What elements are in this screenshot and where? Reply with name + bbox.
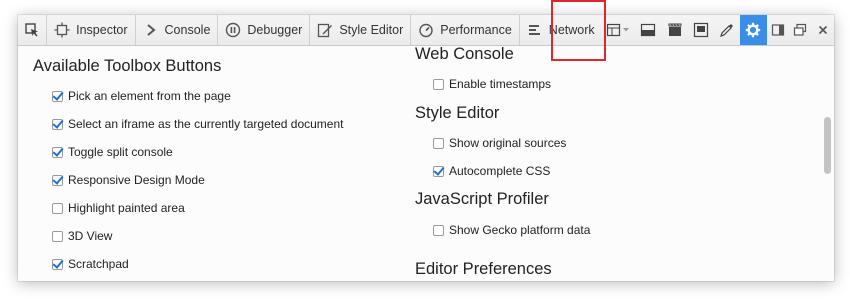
option-autocomplete-css[interactable]: Autocomplete CSS [433, 164, 550, 178]
option-3d-view[interactable]: 3D View [52, 229, 112, 243]
responsive-mode-icon [693, 22, 709, 38]
option-select-iframe[interactable]: Select an iframe as the currently target… [52, 117, 343, 131]
eyedropper-button[interactable] [714, 15, 740, 45]
style-editor-heading: Style Editor [415, 104, 500, 122]
pick-element-button[interactable] [18, 15, 48, 45]
tab-label: Console [164, 23, 211, 37]
tab-debugger[interactable]: Debugger [218, 15, 311, 45]
checkbox[interactable] [52, 258, 63, 270]
option-highlight-painted[interactable]: Highlight painted area [52, 201, 185, 215]
option-label: Toggle split console [68, 145, 173, 159]
option-scratchpad[interactable]: Scratchpad [52, 257, 129, 271]
option-label: Enable timestamps [449, 77, 552, 91]
frame-icon [606, 23, 629, 37]
undock-button[interactable] [789, 15, 811, 45]
checkbox[interactable] [52, 146, 63, 158]
inspector-icon [54, 22, 70, 38]
options-button[interactable] [740, 15, 767, 45]
editor-preferences-heading: Editor Preferences [415, 260, 552, 278]
checkbox[interactable] [52, 90, 63, 102]
tab-inspector[interactable]: Inspector [47, 15, 136, 45]
profiler-heading: JavaScript Profiler [415, 190, 549, 208]
split-console-icon [641, 23, 656, 37]
option-enable-timestamps[interactable]: Enable timestamps [433, 77, 551, 91]
checkbox[interactable] [433, 78, 444, 90]
tab-style-editor[interactable]: Style Editor [310, 15, 412, 45]
tab-label: Debugger [247, 23, 303, 37]
close-button[interactable] [812, 15, 834, 45]
option-gecko-platform-data[interactable]: Show Gecko platform data [433, 223, 590, 237]
devtools-window: Inspector Console Debugger Style Editor … [18, 15, 834, 281]
dock-side-button[interactable] [767, 15, 789, 45]
option-label: Pick an element from the page [68, 89, 231, 103]
checkbox[interactable] [433, 165, 444, 177]
split-console-button[interactable] [635, 15, 661, 45]
dock-side-icon [771, 24, 784, 36]
option-show-original-sources[interactable]: Show original sources [433, 136, 566, 150]
checkbox[interactable] [433, 224, 444, 236]
options-panel: Available Toolbox Buttons Pick an elemen… [18, 45, 834, 281]
highlight-box [551, 0, 606, 61]
tab-performance[interactable]: Performance [411, 15, 520, 45]
scrollbar-thumb[interactable] [824, 117, 831, 174]
debugger-icon [225, 22, 241, 38]
option-split-console[interactable]: Toggle split console [52, 145, 173, 159]
toolbox-toolbar: Inspector Console Debugger Style Editor … [18, 15, 834, 46]
option-pick-element[interactable]: Pick an element from the page [52, 89, 231, 103]
style-editor-icon [317, 22, 333, 38]
checkbox[interactable] [52, 230, 63, 242]
tab-label: Inspector [76, 23, 128, 37]
close-icon [818, 25, 827, 35]
tab-label: Performance [440, 23, 512, 37]
undock-icon [794, 23, 807, 36]
option-label: Scratchpad [68, 257, 129, 271]
option-label: 3D View [68, 229, 113, 243]
option-label: Select an iframe as the currently target… [68, 117, 344, 131]
eyedropper-icon [720, 24, 734, 37]
option-label: Autocomplete CSS [449, 164, 551, 178]
section-heading: Available Toolbox Buttons [33, 57, 222, 75]
frame-select-button[interactable] [602, 15, 636, 45]
option-label: Highlight painted area [68, 201, 185, 215]
option-label: Show Gecko platform data [449, 223, 591, 237]
responsive-mode-button[interactable] [688, 15, 714, 45]
tab-label: Style Editor [339, 23, 404, 37]
network-icon [527, 22, 543, 38]
scratchpad-icon [668, 23, 682, 36]
scratchpad-button[interactable] [662, 15, 688, 45]
option-responsive-design[interactable]: Responsive Design Mode [52, 173, 205, 187]
web-console-heading: Web Console [415, 45, 514, 63]
tab-console[interactable]: Console [136, 15, 219, 45]
console-icon [143, 22, 159, 38]
pick-element-icon [25, 23, 39, 37]
performance-icon [418, 22, 434, 38]
checkbox[interactable] [52, 118, 63, 130]
checkbox[interactable] [52, 174, 63, 186]
gear-icon [746, 22, 761, 38]
option-label: Show original sources [449, 136, 567, 150]
checkbox[interactable] [433, 137, 444, 149]
option-label: Responsive Design Mode [68, 173, 205, 187]
checkbox[interactable] [52, 202, 63, 214]
